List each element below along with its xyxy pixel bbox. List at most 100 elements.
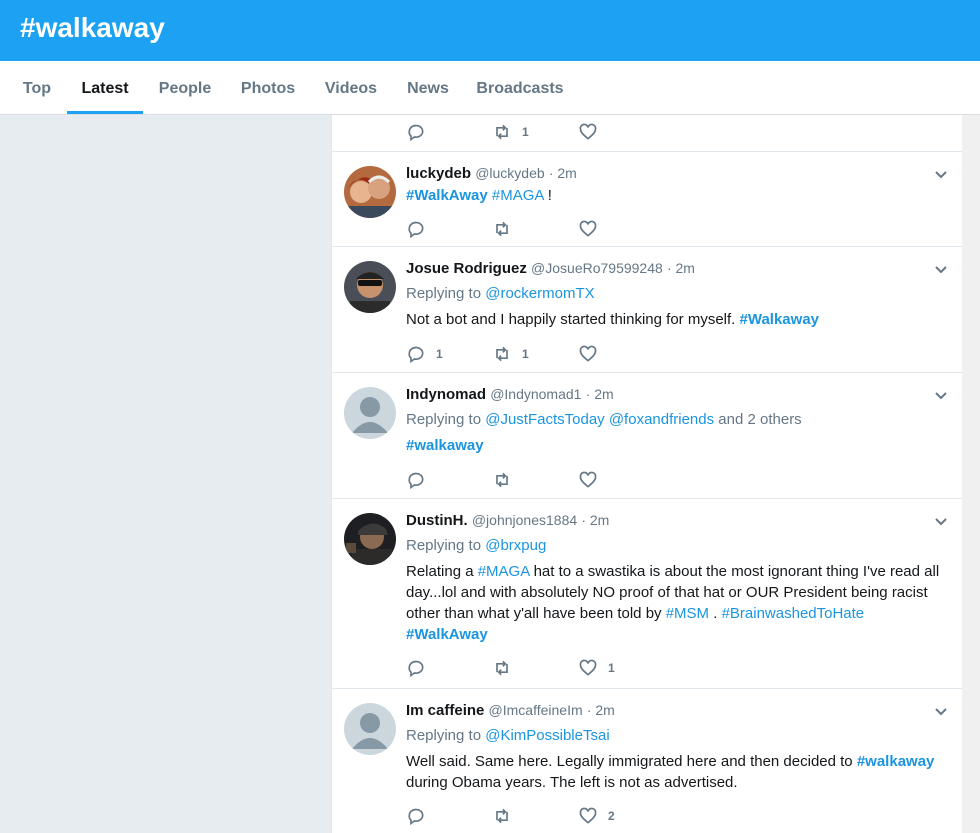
like-button[interactable] <box>578 469 608 491</box>
reply-count: 1 <box>436 347 443 361</box>
user-handle[interactable]: @JosueRo79599248 <box>531 260 663 276</box>
hashtag-link[interactable]: #Walkaway <box>740 311 820 328</box>
reply-icon <box>408 660 424 678</box>
mention-link[interactable]: @KimPossibleTsai <box>485 727 609 744</box>
retweet-button[interactable] <box>492 805 522 827</box>
tweet[interactable]: luckydeb @luckydeb · 2m #WalkAway #MAGA … <box>332 152 963 247</box>
tweet-text: Relating a #MAGA hat to a swastika is ab… <box>406 561 941 645</box>
retweet-icon <box>496 660 508 676</box>
tweet-actions: 1 <box>406 657 706 679</box>
hashtag-link[interactable]: #walkaway <box>857 753 935 770</box>
like-button[interactable]: 1 <box>578 657 615 679</box>
tab-videos[interactable]: Videos <box>316 61 386 114</box>
reply-button[interactable] <box>406 469 436 491</box>
avatar[interactable] <box>344 513 396 565</box>
retweet-button[interactable] <box>492 218 522 240</box>
avatar[interactable] <box>344 261 396 313</box>
tweet-time[interactable]: · 2m <box>587 702 615 718</box>
chevron-down-icon[interactable] <box>933 703 949 719</box>
text-segment: Relating a <box>406 563 478 580</box>
retweet-button[interactable] <box>492 657 522 679</box>
like-button[interactable]: 2 <box>578 805 615 827</box>
hashtag-link[interactable]: #MSM <box>666 605 709 622</box>
replying-to: Replying to @brxpug <box>406 535 941 557</box>
user-name[interactable]: DustinH. <box>406 512 468 529</box>
retweet-count: 1 <box>522 347 529 361</box>
tweet-time[interactable]: · 2m <box>667 260 695 276</box>
hashtag-link[interactable]: #BrainwashedToHate <box>722 605 865 622</box>
user-name[interactable]: Josue Rodriguez <box>406 260 527 277</box>
tab-latest[interactable]: Latest <box>67 61 143 114</box>
mention-link[interactable]: @rockermomTX <box>485 285 594 302</box>
hashtag-link[interactable]: #MAGA <box>478 563 530 580</box>
tweet-actions: 2 <box>406 805 706 827</box>
user-name[interactable]: Indynomad <box>406 386 486 403</box>
like-button[interactable] <box>578 343 608 365</box>
reply-icon <box>408 472 424 490</box>
tweet-text: Well said. Same here. Legally immigrated… <box>406 751 941 793</box>
tweet-header: Indynomad @Indynomad1 · 2m <box>406 383 941 406</box>
tweet[interactable]: Josue Rodriguez @JosueRo79599248 · 2m Re… <box>332 247 963 373</box>
tweet[interactable]: DustinH. @johnjones1884 · 2m Replying to… <box>332 499 963 689</box>
tab-photos[interactable]: Photos <box>232 61 304 114</box>
retweet-count: 1 <box>522 125 529 139</box>
user-name[interactable]: luckydeb <box>406 165 471 182</box>
user-handle[interactable]: @ImcaffeineIm <box>489 702 583 718</box>
user-handle[interactable]: @luckydeb <box>475 165 544 181</box>
tweet-actions: 1 1 <box>406 343 706 365</box>
retweet-button[interactable]: 1 <box>492 343 529 365</box>
like-button[interactable] <box>578 218 608 240</box>
chevron-down-icon[interactable] <box>933 513 949 529</box>
scrollbar[interactable] <box>962 115 980 833</box>
tweet-header: Josue Rodriguez @JosueRo79599248 · 2m <box>406 257 941 280</box>
heart-icon <box>579 123 597 140</box>
user-handle[interactable]: @Indynomad1 <box>490 386 581 402</box>
reply-button[interactable] <box>406 218 436 240</box>
tweet[interactable]: Im caffeine @ImcaffeineIm · 2m Replying … <box>332 689 963 833</box>
chevron-down-icon[interactable] <box>933 166 949 182</box>
user-handle[interactable]: @johnjones1884 <box>472 512 577 528</box>
tweet[interactable]: Indynomad @Indynomad1 · 2m Replying to @… <box>332 373 963 499</box>
tweet[interactable]: 1 <box>332 115 963 152</box>
retweet-icon <box>496 221 508 237</box>
like-button[interactable] <box>578 121 608 143</box>
chevron-down-icon[interactable] <box>933 387 949 403</box>
tab-broadcasts[interactable]: Broadcasts <box>470 61 570 114</box>
reply-icon <box>408 808 424 826</box>
tweet-time[interactable]: · 2m <box>586 386 614 402</box>
retweet-button[interactable] <box>492 469 522 491</box>
replying-prefix: Replying to <box>406 727 486 744</box>
hashtag-link[interactable]: #walkaway <box>406 437 484 454</box>
mention-link[interactable]: @brxpug <box>485 537 546 554</box>
hashtag-link[interactable]: #MAGA <box>492 187 544 204</box>
mention-link[interactable]: @JustFactsToday <box>485 411 604 428</box>
replying-prefix: Replying to <box>406 411 486 428</box>
heart-icon <box>579 471 597 488</box>
tweet-time[interactable]: · 2m <box>549 165 577 181</box>
search-tabs: Top Latest People Photos Videos News Bro… <box>0 61 980 115</box>
tweet-actions <box>406 469 706 491</box>
tab-people[interactable]: People <box>150 61 220 114</box>
tab-news[interactable]: News <box>398 61 458 114</box>
avatar[interactable] <box>344 166 396 218</box>
reply-button[interactable] <box>406 121 436 143</box>
tweet-time[interactable]: · 2m <box>581 512 609 528</box>
heart-icon <box>579 220 597 237</box>
reply-icon <box>408 221 424 239</box>
reply-button[interactable] <box>406 657 436 679</box>
reply-button[interactable]: 1 <box>406 343 443 365</box>
chevron-down-icon[interactable] <box>933 261 949 277</box>
hashtag-link[interactable]: #WalkAway <box>406 626 488 643</box>
retweet-icon <box>496 346 508 362</box>
tab-top[interactable]: Top <box>14 61 60 114</box>
mention-link[interactable]: @foxandfriends <box>609 411 714 428</box>
avatar[interactable] <box>344 387 396 439</box>
hashtag-link[interactable]: #WalkAway <box>406 187 488 204</box>
text-segment: during Obama years. The left is not as a… <box>406 774 738 791</box>
avatar[interactable] <box>344 703 396 755</box>
reply-button[interactable] <box>406 805 436 827</box>
user-name[interactable]: Im caffeine <box>406 702 484 719</box>
retweet-button[interactable]: 1 <box>492 121 529 143</box>
replying-prefix: Replying to <box>406 537 486 554</box>
text-segment: ! <box>543 187 552 204</box>
